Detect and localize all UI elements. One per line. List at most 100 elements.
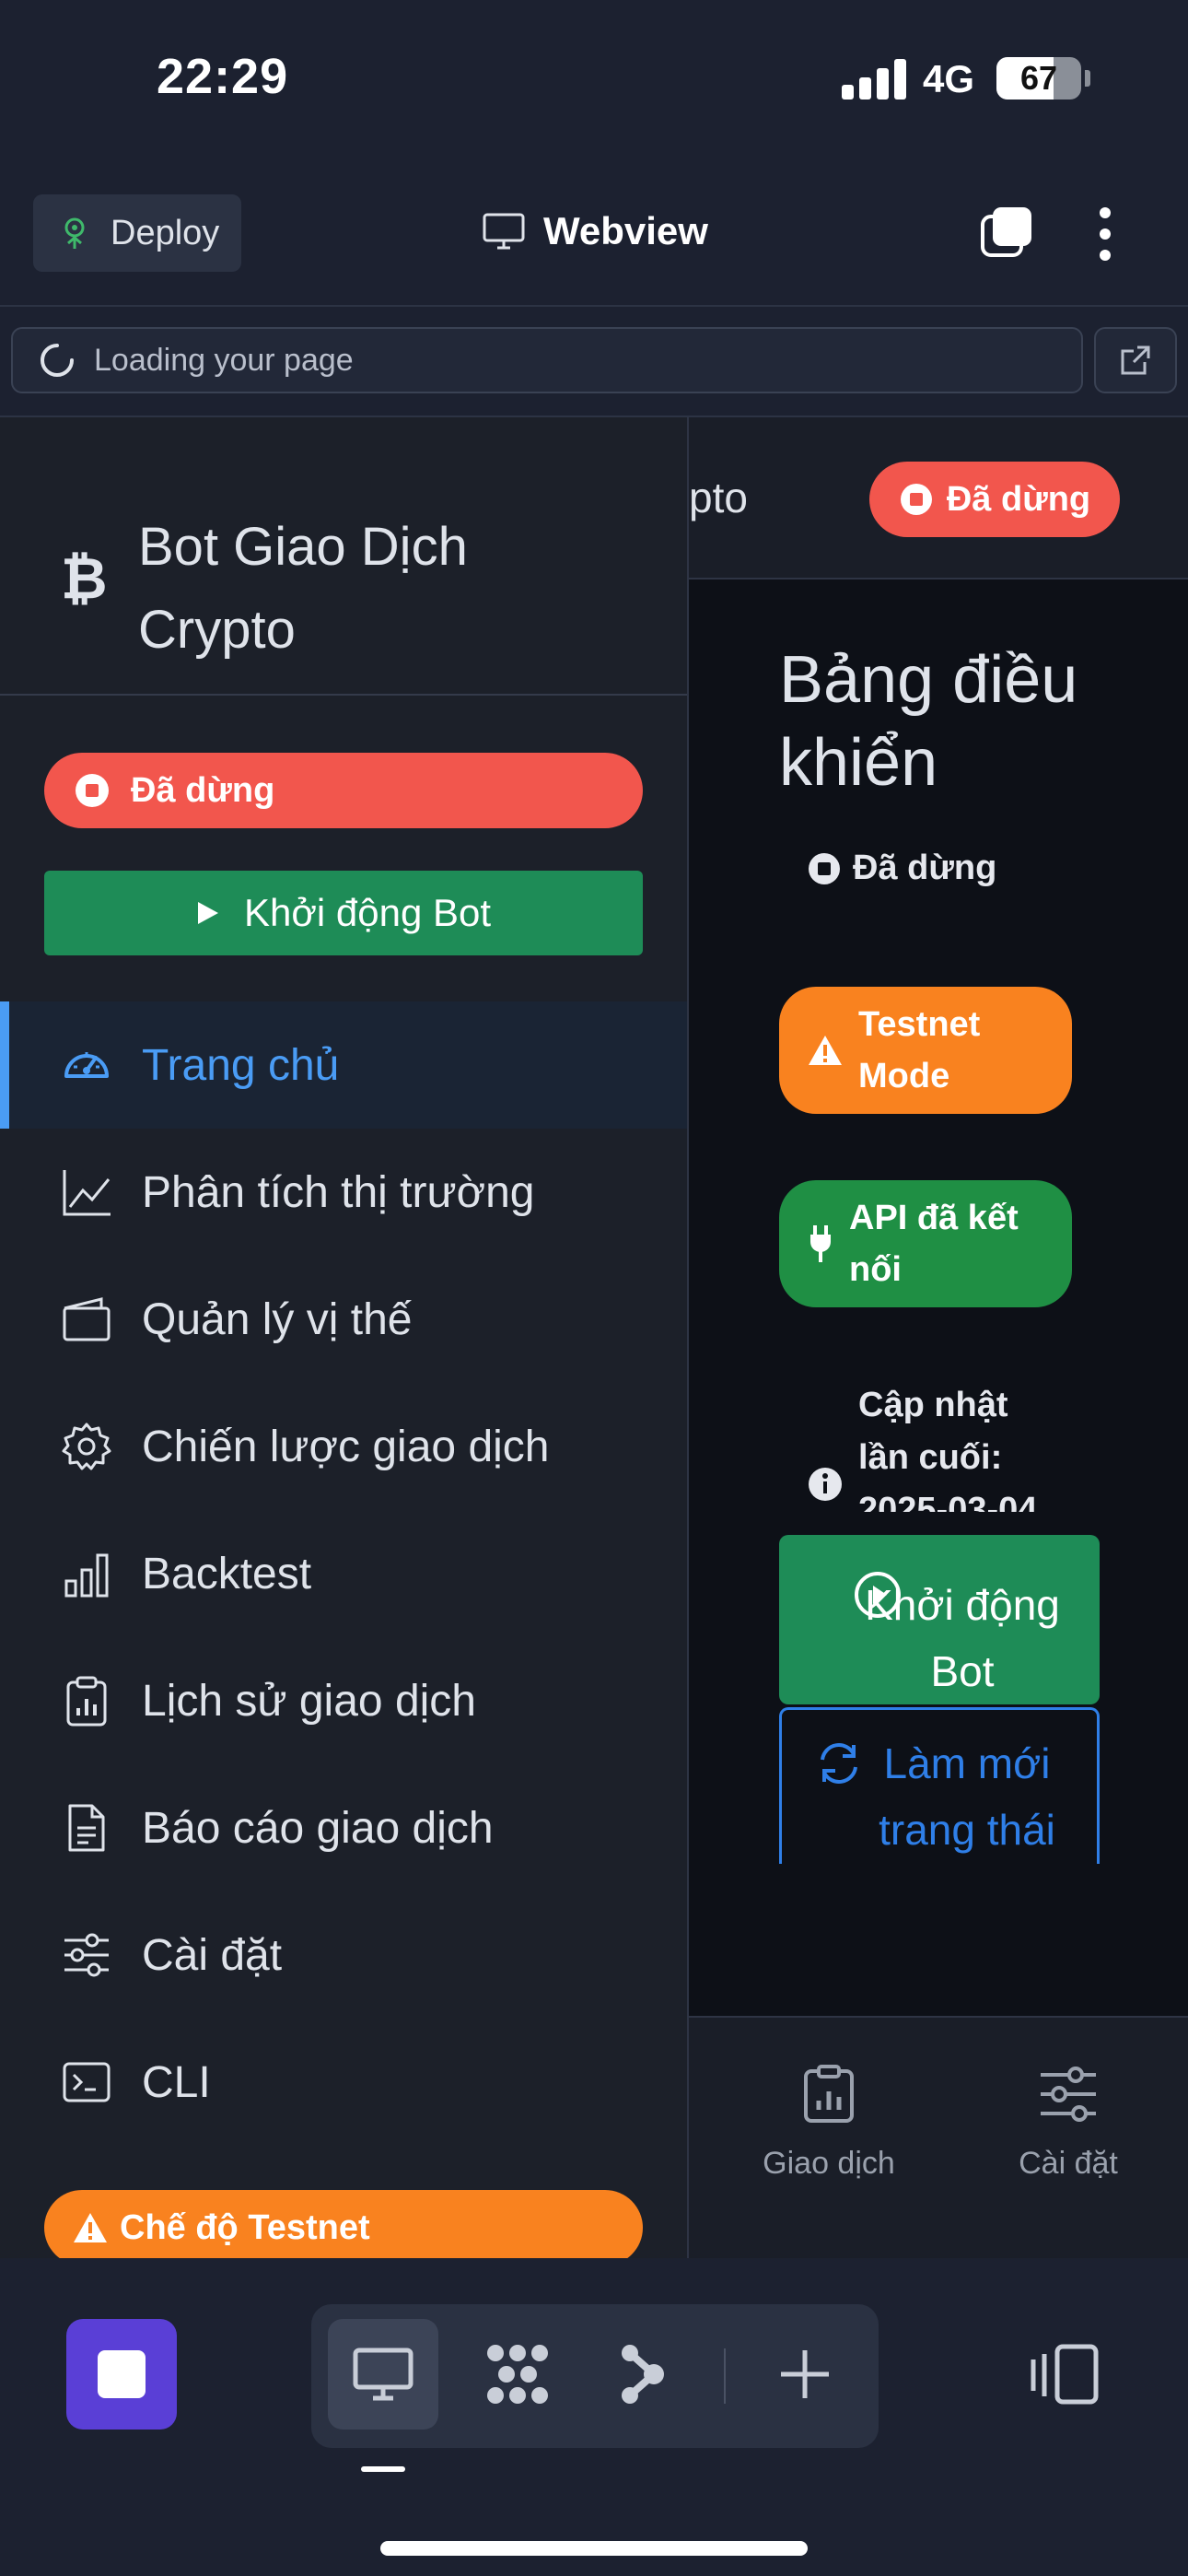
webview-label: Webview: [543, 209, 708, 252]
status-bar: 22:29 4G 67: [0, 0, 1188, 161]
sidebar-start-bot-button[interactable]: Khởi động Bot: [44, 871, 643, 955]
monitor-icon: [483, 213, 525, 250]
sidebar-item-label: CLI: [142, 2057, 211, 2107]
home-indicator: [380, 2541, 808, 2556]
sidebar-start-bot-label: Khởi động Bot: [243, 891, 492, 934]
agent-icon: [622, 2345, 664, 2404]
brand-title: Bot Giao Dịch Crypto: [138, 517, 468, 660]
add-tool-button[interactable]: [750, 2319, 860, 2430]
stop-circle-icon: [900, 484, 932, 515]
signal-icon: [842, 57, 906, 100]
warning-icon: [74, 2213, 107, 2242]
sidebar: ₿ Bot Giao Dịch Crypto Đã dừng Khởi động…: [0, 417, 689, 2258]
stop-circle-icon: [809, 852, 840, 884]
sliders-icon: [64, 1933, 109, 1977]
bottom-nav-trades[interactable]: Giao dịch: [737, 2064, 921, 2182]
tool-separator: [724, 2348, 726, 2404]
last-update-label: Cập nhật lần cuối: 2025-03-04 15:28:38: [858, 1386, 1038, 1512]
sidebar-item-label: Trang chủ: [142, 1040, 340, 1090]
dashboard-panel: Bảng điều khiển Đã dừng Testnet Mode API…: [689, 581, 1188, 1512]
refresh-status-label: Làm mới trang thái: [879, 1739, 1055, 1854]
panel-toggle-icon[interactable]: [1028, 2337, 1101, 2411]
play-icon: [197, 902, 218, 924]
sidebar-item-home[interactable]: Trang chủ: [0, 1001, 687, 1129]
sidebar-item-label: Chiến lược giao dịch: [142, 1422, 550, 1471]
gear-icon: [62, 1423, 111, 1470]
sidebar-testnet-badge: Chế độ Testnet: [44, 2190, 643, 2258]
sidebar-status-label: Đã dừng: [131, 770, 275, 810]
main-topbar: pto Đã dừng: [689, 417, 1188, 580]
speedometer-icon: [64, 1052, 109, 1078]
grid-dots-icon: [487, 2345, 548, 2404]
main-start-bot-button[interactable]: Khởi động Bot: [779, 1535, 1100, 1704]
url-row: Loading your page: [0, 309, 1188, 417]
api-connected-badge: API đã kết nối: [779, 1180, 1072, 1307]
info-icon: [809, 1468, 842, 1501]
topbar-status-badge: Đã dừng: [869, 462, 1120, 537]
deploy-label: Deploy: [111, 213, 220, 252]
main-topbar-title: pto: [689, 474, 748, 521]
sidebar-item-backtest[interactable]: Backtest: [0, 1510, 687, 1637]
sidebar-item-strategies[interactable]: Chiến lược giao dịch: [0, 1383, 687, 1510]
tool-group: [311, 2304, 879, 2448]
agent-tool-button[interactable]: [588, 2319, 698, 2430]
url-text: Loading your page: [94, 342, 354, 378]
workspace-tool-button[interactable]: [462, 2319, 573, 2430]
sidebar-brand: ₿ Bot Giao Dịch Crypto: [0, 417, 687, 696]
bottom-nav-settings-label: Cài đặt: [1019, 2146, 1118, 2181]
tabs-icon[interactable]: [980, 205, 1033, 259]
bottom-nav-trades-label: Giao dịch: [763, 2146, 895, 2181]
stop-icon: [98, 2350, 146, 2398]
terminal-icon: [63, 2062, 111, 2102]
deploy-icon: [64, 217, 85, 249]
sidebar-item-label: Cài đặt: [142, 1930, 283, 1980]
app-header: Deploy Webview: [0, 161, 1188, 307]
battery-tip: [1085, 70, 1090, 87]
stop-run-button[interactable]: [66, 2319, 177, 2430]
plus-icon: [781, 2350, 829, 2398]
sidebar-item-settings[interactable]: Cài đặt: [0, 1891, 687, 2019]
monitor-icon: [353, 2348, 413, 2401]
battery-level: 67: [1019, 59, 1058, 97]
plug-icon: [810, 1225, 831, 1262]
bot-status-label: Đã dừng: [853, 849, 997, 887]
document-icon: [68, 1804, 105, 1852]
dashboard-title: Bảng điều khiển: [779, 643, 1078, 800]
warning-icon: [809, 1036, 842, 1065]
loading-spinner-icon: [41, 344, 74, 377]
url-bar[interactable]: Loading your page: [11, 327, 1083, 393]
open-external-button[interactable]: [1094, 327, 1177, 393]
main-start-bot-label: Khởi động Bot: [865, 1581, 1060, 1695]
sidebar-item-positions[interactable]: Quản lý vị thế: [0, 1256, 687, 1383]
sliders-icon: [1041, 2067, 1096, 2122]
sidebar-item-label: Quản lý vị thế: [142, 1294, 413, 1344]
sidebar-item-label: Báo cáo giao dịch: [142, 1803, 494, 1853]
active-tool-indicator: [361, 2466, 405, 2472]
sidebar-item-market-analysis[interactable]: Phân tích thị trường: [0, 1129, 687, 1256]
webview-title: Webview: [483, 209, 708, 253]
sidebar-item-label: Lịch sử giao dịch: [142, 1676, 476, 1726]
sidebar-item-trade-history[interactable]: Lịch sử giao dịch: [0, 1637, 687, 1764]
bot-status: Đã dừng: [807, 849, 996, 888]
webview-tool-button[interactable]: [328, 2319, 438, 2430]
last-update: Cập nhật lần cuối: 2025-03-04 15:28:38: [807, 1379, 1042, 1512]
ide-toolbar: [0, 2258, 1188, 2576]
clipboard-chart-icon: [66, 1676, 107, 1727]
api-connected-label: API đã kết nối: [849, 1199, 1019, 1289]
wallet-icon: [63, 1297, 111, 1341]
stop-circle-icon: [76, 774, 109, 807]
sidebar-status-badge: Đã dừng: [44, 753, 643, 828]
topbar-status-label: Đã dừng: [946, 479, 1091, 519]
sidebar-testnet-label: Chế độ Testnet: [120, 2207, 370, 2247]
testnet-mode-badge: Testnet Mode: [779, 987, 1072, 1114]
webview-content: pto Đã dừng Bảng điều khiển Đã dừng Test…: [0, 417, 1188, 2258]
refresh-status-button[interactable]: Làm mới trang thái: [779, 1707, 1100, 1864]
network-label: 4G: [923, 57, 975, 100]
more-options-icon[interactable]: [1085, 205, 1125, 263]
sidebar-item-label: Backtest: [142, 1549, 312, 1598]
bar-chart-icon: [64, 1553, 109, 1598]
deploy-button[interactable]: Deploy: [33, 194, 241, 272]
sidebar-item-trade-reports[interactable]: Báo cáo giao dịch: [0, 1764, 687, 1891]
sidebar-item-cli[interactable]: CLI: [0, 2019, 687, 2146]
bottom-nav-settings[interactable]: Cài đặt: [976, 2064, 1160, 2182]
